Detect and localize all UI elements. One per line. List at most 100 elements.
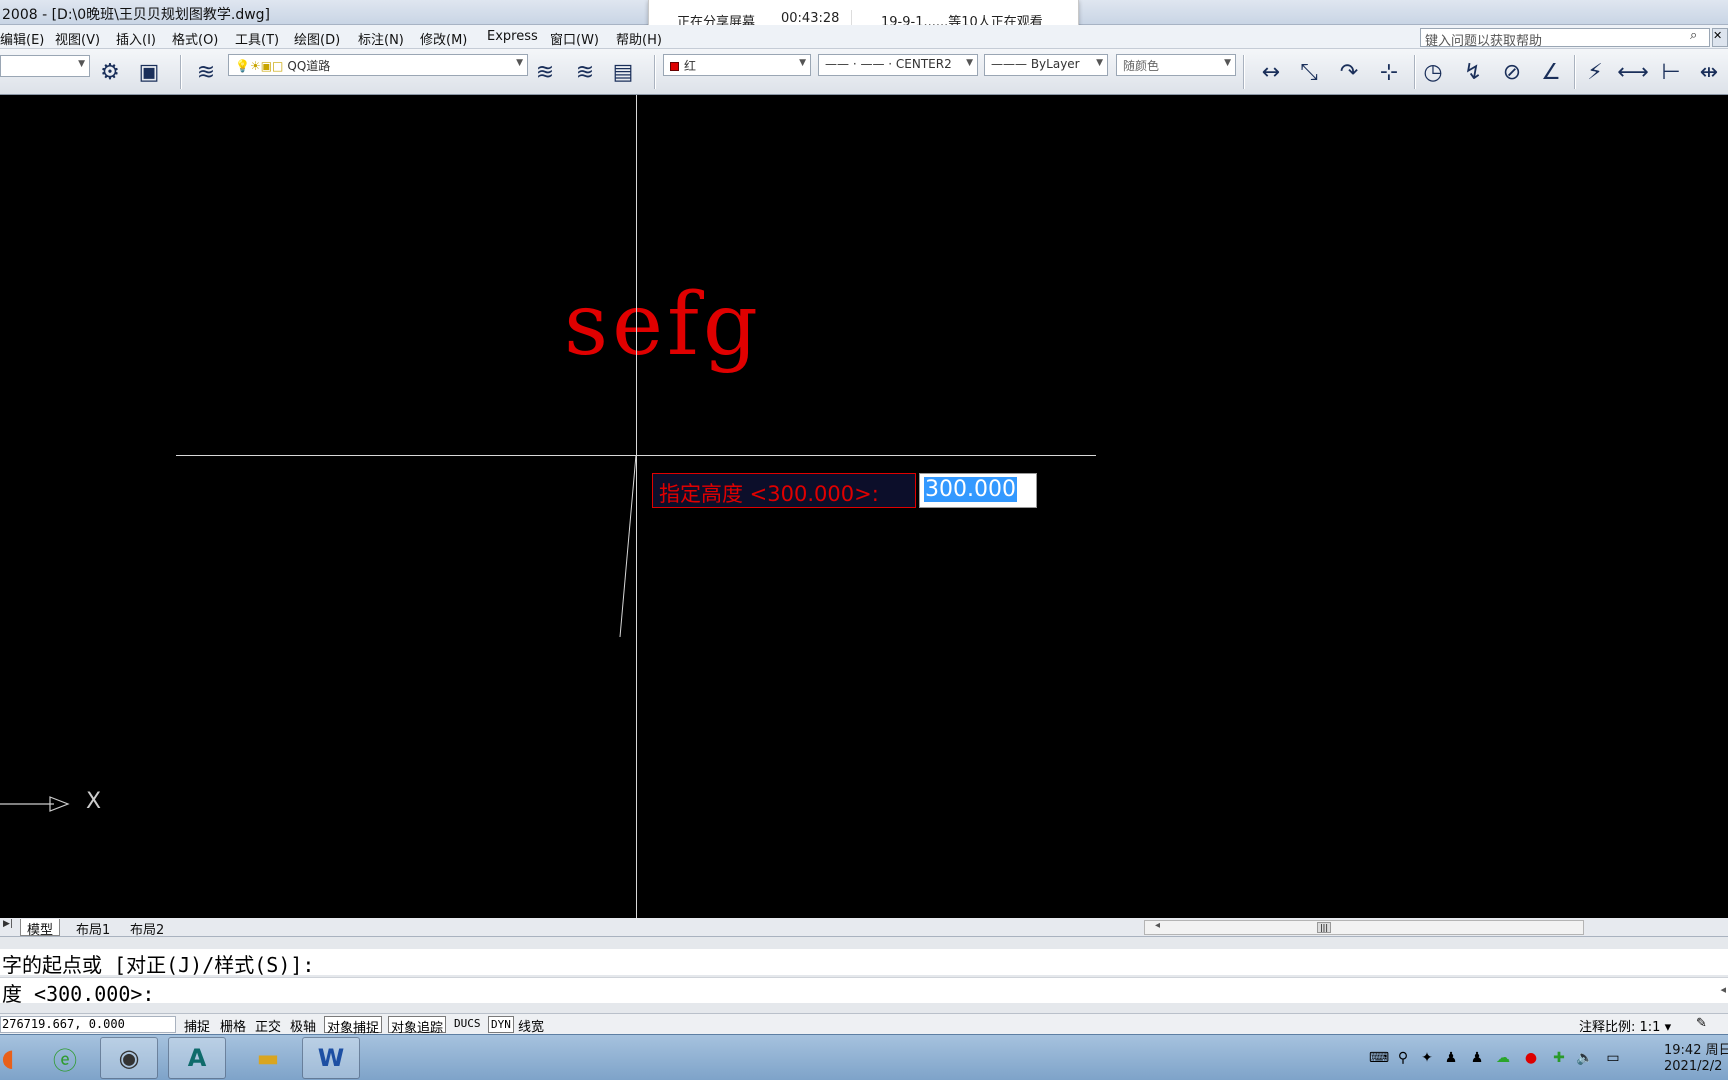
command-prompt-line[interactable]: 度 <300.000>:: [0, 977, 1728, 1006]
tab-model[interactable]: 模型: [20, 919, 61, 938]
layer-dropdown[interactable]: 💡☀▣□ QQ道路 ▼: [228, 54, 528, 76]
ucs-x-label: X: [86, 789, 102, 814]
radius-dimension-icon[interactable]: ◷: [1416, 55, 1450, 89]
color-swatch: [670, 62, 679, 71]
status-bar: 276719.667, 0.000 捕捉 栅格 正交 极轴 对象捕捉 对象追踪 …: [0, 1013, 1728, 1036]
wechat-tray-icon[interactable]: ☁: [1494, 1049, 1512, 1067]
toolbar: ▼ ⚙ ▣ ≋ 💡☀▣□ QQ道路 ▼ ≋ ≋ ▤ 红 ▼ —— · —— · C…: [0, 49, 1728, 95]
clock-time[interactable]: 19:42 周日: [1664, 1039, 1728, 1058]
lineweight-dropdown[interactable]: ——— ByLayer ▼: [984, 54, 1108, 76]
continue-dimension-icon[interactable]: ⊢: [1654, 55, 1688, 89]
menu-insert[interactable]: 插入(I): [116, 29, 156, 48]
menu-express[interactable]: Express: [487, 29, 538, 44]
keyboard-icon[interactable]: ⌨: [1369, 1049, 1389, 1067]
menu-help[interactable]: 帮助(H): [616, 29, 662, 48]
jogged-dimension-icon[interactable]: ↯: [1456, 55, 1490, 89]
network-tray-icon[interactable]: ✦: [1418, 1049, 1436, 1067]
start-orb-icon[interactable]: ◖: [0, 1037, 16, 1079]
linetype-dropdown[interactable]: —— · —— · CENTER2 ▼: [818, 54, 978, 76]
otrack-toggle[interactable]: 对象追踪: [388, 1016, 447, 1036]
coordinate-readout[interactable]: 276719.667, 0.000: [0, 1016, 176, 1033]
record-tray-icon[interactable]: ●: [1522, 1049, 1540, 1067]
menu-window[interactable]: 窗口(W): [550, 29, 599, 48]
polar-toggle[interactable]: 极轴: [288, 1016, 318, 1035]
chevron-down-icon: ▼: [966, 58, 973, 68]
scrollbar-thumb[interactable]: |||: [1317, 922, 1331, 933]
ime-icon[interactable]: ⚲: [1394, 1049, 1412, 1067]
grid-toggle[interactable]: 栅格: [218, 1016, 248, 1035]
clock-date[interactable]: 2021/2/2: [1664, 1059, 1722, 1074]
diameter-dimension-icon[interactable]: ⊘: [1495, 55, 1529, 89]
osnap-toggle[interactable]: 对象捕捉: [324, 1016, 383, 1036]
dyn-toggle[interactable]: DYN: [488, 1016, 514, 1033]
angular-dimension-icon[interactable]: ∠: [1534, 55, 1568, 89]
tab-layout1[interactable]: 布局1: [70, 919, 116, 938]
file-explorer-icon[interactable]: ▬: [240, 1037, 296, 1079]
qq-tray-icon-2[interactable]: ♟: [1468, 1049, 1486, 1067]
display-tray-icon[interactable]: ▭: [1604, 1049, 1622, 1067]
baseline-dimension-icon[interactable]: ⟷: [1616, 55, 1650, 89]
aligned-dimension-icon[interactable]: ⤡: [1292, 55, 1326, 89]
close-icon[interactable]: ✕: [1712, 28, 1728, 47]
workspace-settings-icon[interactable]: ▣: [132, 55, 166, 89]
arc-length-icon[interactable]: ↷: [1332, 55, 1366, 89]
menu-tools[interactable]: 工具(T): [235, 29, 279, 48]
security-tray-icon[interactable]: ✚: [1550, 1049, 1568, 1067]
toolbar-divider: [1574, 55, 1576, 89]
text-entity[interactable]: sefg: [564, 275, 762, 375]
horizontal-scrollbar[interactable]: ◂ |||: [1144, 920, 1584, 935]
scroll-up-icon[interactable]: ◂: [1720, 983, 1726, 996]
chevron-down-icon: ▼: [516, 58, 523, 68]
ie-browser-icon[interactable]: ⓔ: [42, 1037, 88, 1079]
tab-layout2[interactable]: 布局2: [124, 919, 170, 938]
layers-icon[interactable]: ≋: [189, 55, 223, 89]
window-title: 2008 - [D:\0晚班\王贝贝规划图教学.dwg]: [2, 7, 271, 23]
gear-icon[interactable]: ⚙: [93, 55, 127, 89]
menu-modify[interactable]: 修改(M): [420, 29, 467, 48]
menu-dimension[interactable]: 标注(N): [358, 29, 404, 48]
qq-tray-icon[interactable]: ♟: [1442, 1049, 1460, 1067]
toolbar-divider: [654, 55, 656, 89]
color-dropdown[interactable]: 红 ▼: [663, 54, 811, 76]
chevron-down-icon: ▼: [78, 59, 85, 69]
tab-scroll-icon[interactable]: ▶|: [0, 919, 16, 935]
ortho-toggle[interactable]: 正交: [253, 1016, 283, 1035]
drawing-canvas[interactable]: sefg 指定高度 <300.000>: 300.000 X: [0, 95, 1728, 918]
make-current-layer-icon[interactable]: ≋: [528, 55, 562, 89]
dimension-space-icon[interactable]: ⇹: [1692, 55, 1726, 89]
search-icon[interactable]: ⌕: [1690, 28, 1708, 47]
chevron-down-icon: ▼: [1096, 58, 1103, 68]
layer-state-icon: 💡☀▣□: [235, 59, 284, 73]
qq-chat-icon[interactable]: ◉: [100, 1037, 158, 1079]
annotation-visibility-icon[interactable]: ✎: [1696, 1016, 1707, 1031]
menu-draw[interactable]: 绘图(D): [294, 29, 340, 48]
layer-previous-icon[interactable]: ≋: [568, 55, 602, 89]
dynamic-input-field[interactable]: 300.000: [919, 473, 1037, 508]
lineweight-toggle[interactable]: 线宽: [516, 1016, 546, 1035]
command-history-line: 字的起点或 [对正(J)/样式(S)]:: [0, 949, 1728, 977]
snap-toggle[interactable]: 捕捉: [182, 1016, 212, 1035]
help-search-input[interactable]: 键入问题以获取帮助: [1420, 28, 1710, 49]
ducs-toggle[interactable]: DUCS: [452, 1016, 483, 1033]
chevron-down-icon: ▼: [1224, 58, 1231, 68]
workspace-dropdown[interactable]: ▼: [0, 55, 90, 77]
menu-edit[interactable]: 编辑(E): [0, 29, 44, 48]
annotation-scale-label: 注释比例: 1:1: [1579, 1020, 1661, 1035]
toolbar-divider: [1243, 55, 1245, 89]
linear-dimension-icon[interactable]: ↔: [1254, 55, 1288, 89]
linetype-sample: —— · —— ·: [825, 57, 896, 71]
word-icon[interactable]: W: [302, 1037, 360, 1079]
autocad-task-icon[interactable]: A: [168, 1037, 226, 1079]
volume-icon[interactable]: 🔈: [1576, 1049, 1594, 1067]
layer-states-icon[interactable]: ▤: [606, 55, 640, 89]
scroll-left-icon[interactable]: ◂: [1155, 920, 1160, 931]
quick-dimension-icon[interactable]: ⚡: [1578, 55, 1612, 89]
dynamic-input-prompt: 指定高度 <300.000>:: [652, 473, 916, 508]
annotation-scale[interactable]: 注释比例: 1:1 ▾: [1579, 1016, 1671, 1035]
plotstyle-dropdown[interactable]: 随颜色 ▼: [1116, 54, 1236, 76]
menu-format[interactable]: 格式(O): [172, 29, 218, 48]
menu-view[interactable]: 视图(V): [55, 29, 100, 48]
ordinate-dimension-icon[interactable]: ⊹: [1372, 55, 1406, 89]
color-name: 红: [684, 59, 697, 73]
dynamic-input-value: 300.000: [924, 477, 1017, 502]
